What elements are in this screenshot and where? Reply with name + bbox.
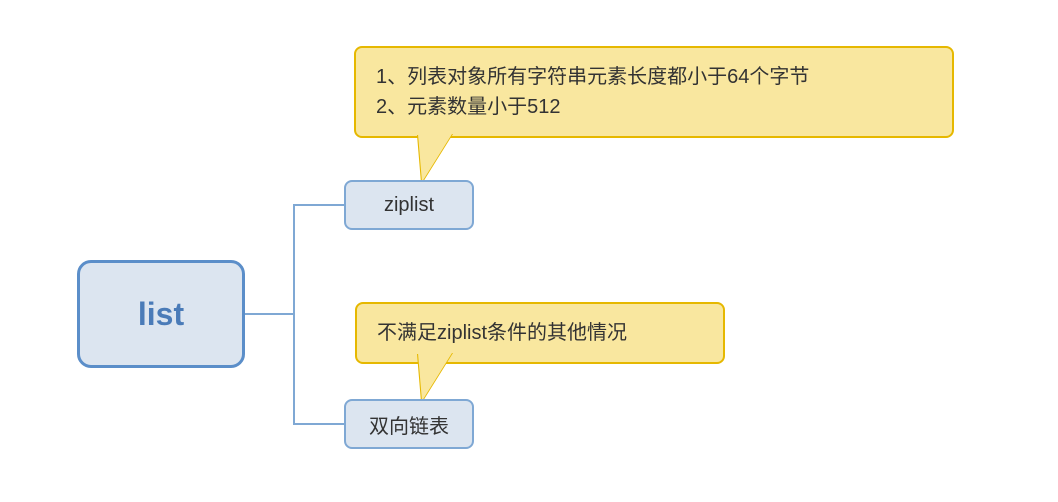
child-label-ziplist: ziplist <box>384 194 434 217</box>
child-node-dlist: 双向链表 <box>344 399 474 449</box>
callout-ziplist-conditions: 1、列表对象所有字符串元素长度都小于64个字节 2、元素数量小于512 <box>354 46 954 138</box>
child-label-dlist: 双向链表 <box>369 410 449 439</box>
callout-tail-1 <box>418 134 452 182</box>
root-label: list <box>138 296 184 333</box>
callout-dlist-conditions: 不满足ziplist条件的其他情况 <box>355 302 725 364</box>
root-node-list: list <box>77 260 245 368</box>
callout-text-2: 不满足ziplist条件的其他情况 <box>377 322 627 344</box>
callout-text-1: 1、列表对象所有字符串元素长度都小于64个字节 2、元素数量小于512 <box>376 66 809 118</box>
child-node-ziplist: ziplist <box>344 180 474 230</box>
callout-tail-2 <box>418 353 452 401</box>
